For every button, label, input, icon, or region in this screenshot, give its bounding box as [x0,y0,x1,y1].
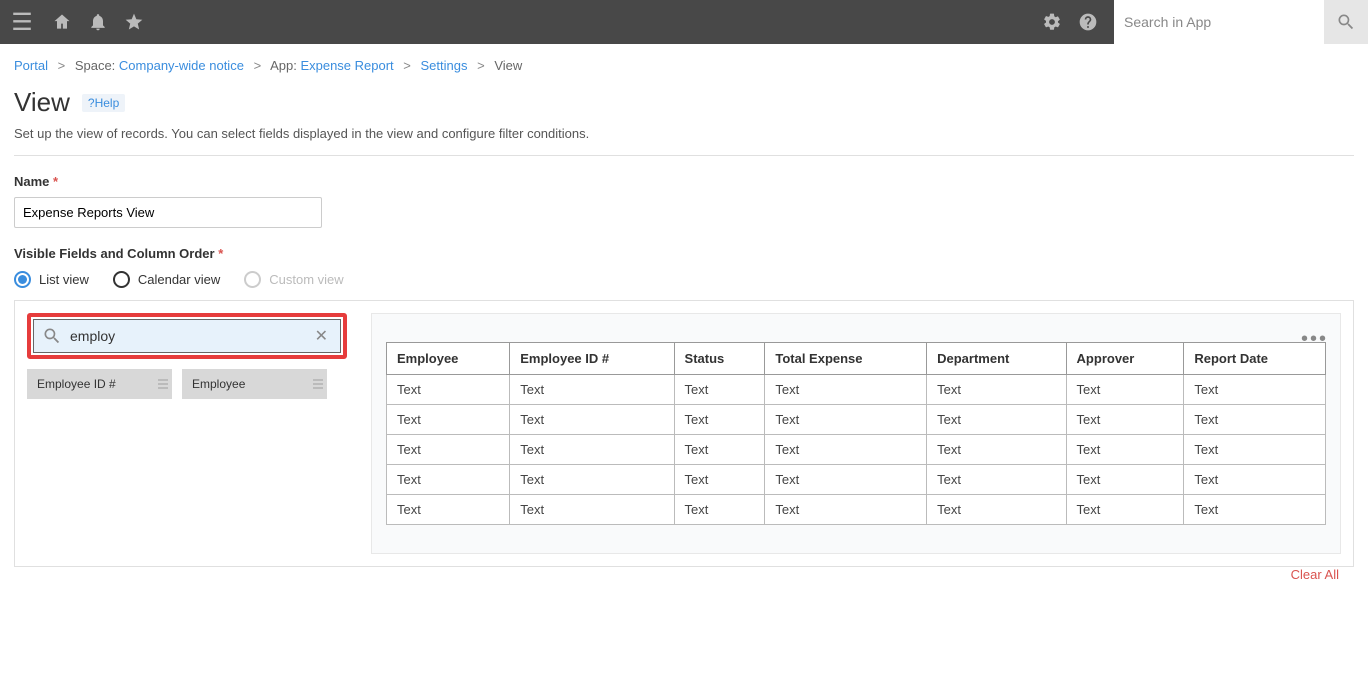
table-cell: Text [1066,495,1184,525]
table-cell: Text [765,375,927,405]
table-cell: Text [1184,495,1326,525]
star-icon[interactable] [124,12,144,32]
table-cell: Text [927,405,1066,435]
breadcrumb-space-label: Space: [75,58,115,73]
table-row: TextTextTextTextTextTextText [387,435,1326,465]
table-cell: Text [674,405,765,435]
search-icon [42,326,62,346]
col-header[interactable]: Employee [387,343,510,375]
menu-icon[interactable]: ☰ [8,8,36,37]
field-search-input[interactable] [70,328,311,344]
home-icon[interactable] [52,12,72,32]
table-cell: Text [510,375,674,405]
table-row: TextTextTextTextTextTextText [387,495,1326,525]
table-cell: Text [387,375,510,405]
radio-custom-view: Custom view [244,271,343,288]
table-cell: Text [765,465,927,495]
help-icon[interactable] [1078,12,1098,32]
table-row: TextTextTextTextTextTextText [387,375,1326,405]
table-cell: Text [765,405,927,435]
table-cell: Text [510,495,674,525]
table-cell: Text [674,465,765,495]
table-cell: Text [927,465,1066,495]
breadcrumb-settings[interactable]: Settings [421,58,468,73]
breadcrumb-view: View [494,58,522,73]
topbar: ☰ [0,0,1368,44]
app-search [1114,0,1368,44]
table-cell: Text [1066,405,1184,435]
app-search-button[interactable] [1324,0,1368,44]
table-cell: Text [765,495,927,525]
table-cell: Text [927,375,1066,405]
table-cell: Text [927,435,1066,465]
breadcrumb-portal[interactable]: Portal [14,58,48,73]
view-name-input[interactable] [14,197,322,228]
table-cell: Text [1066,375,1184,405]
col-header[interactable]: Department [927,343,1066,375]
table-cell: Text [674,495,765,525]
table-cell: Text [510,465,674,495]
col-header[interactable]: Total Expense [765,343,927,375]
table-cell: Text [1184,435,1326,465]
table-cell: Text [387,495,510,525]
col-header[interactable]: Status [674,343,765,375]
table-cell: Text [927,495,1066,525]
table-cell: Text [1184,465,1326,495]
table-cell: Text [1066,465,1184,495]
search-icon [1336,12,1356,32]
radio-calendar-view[interactable]: Calendar view [113,271,220,288]
name-label: Name * [14,174,1354,189]
table-cell: Text [510,435,674,465]
visible-fields-label: Visible Fields and Column Order * [14,246,1354,261]
table-cell: Text [1184,375,1326,405]
more-icon[interactable]: ••• [1301,328,1328,351]
clear-all-link[interactable]: Clear All [1291,561,1339,588]
table-cell: Text [1184,405,1326,435]
bell-icon[interactable] [88,12,108,32]
preview-area: ••• Employee Employee ID # Status Total … [371,313,1341,554]
field-chip-employee-id[interactable]: Employee ID # [27,369,172,399]
breadcrumb-space-name[interactable]: Company-wide notice [119,58,244,73]
page-description: Set up the view of records. You can sele… [0,126,1368,155]
table-cell: Text [387,435,510,465]
table-cell: Text [510,405,674,435]
table-row: TextTextTextTextTextTextText [387,465,1326,495]
table-header-row: Employee Employee ID # Status Total Expe… [387,343,1326,375]
table-row: TextTextTextTextTextTextText [387,405,1326,435]
fields-panel: ✕ Employee ID # Employee ••• Employee Em… [14,300,1354,567]
view-type-radios: List view Calendar view Custom view [14,271,1354,288]
clear-search-icon[interactable]: ✕ [311,326,332,346]
grip-icon [313,373,323,395]
page-title: View [14,87,70,118]
table-cell: Text [674,375,765,405]
breadcrumb-app-label: App: [270,58,297,73]
table-cell: Text [387,405,510,435]
field-chip-employee[interactable]: Employee [182,369,327,399]
grip-icon [158,373,168,395]
col-header[interactable]: Employee ID # [510,343,674,375]
table-cell: Text [387,465,510,495]
col-header[interactable]: Approver [1066,343,1184,375]
table-cell: Text [1066,435,1184,465]
table-cell: Text [765,435,927,465]
breadcrumb-app-name[interactable]: Expense Report [300,58,393,73]
help-link[interactable]: ?Help [82,94,125,112]
gear-icon[interactable] [1042,12,1062,32]
field-search-highlight: ✕ [27,313,347,359]
breadcrumb: Portal > Space: Company-wide notice > Ap… [0,44,1368,73]
preview-table: Employee Employee ID # Status Total Expe… [386,342,1326,525]
radio-list-view[interactable]: List view [14,271,89,288]
available-fields: Employee ID # Employee [27,369,347,399]
table-cell: Text [674,435,765,465]
app-search-input[interactable] [1114,0,1324,44]
